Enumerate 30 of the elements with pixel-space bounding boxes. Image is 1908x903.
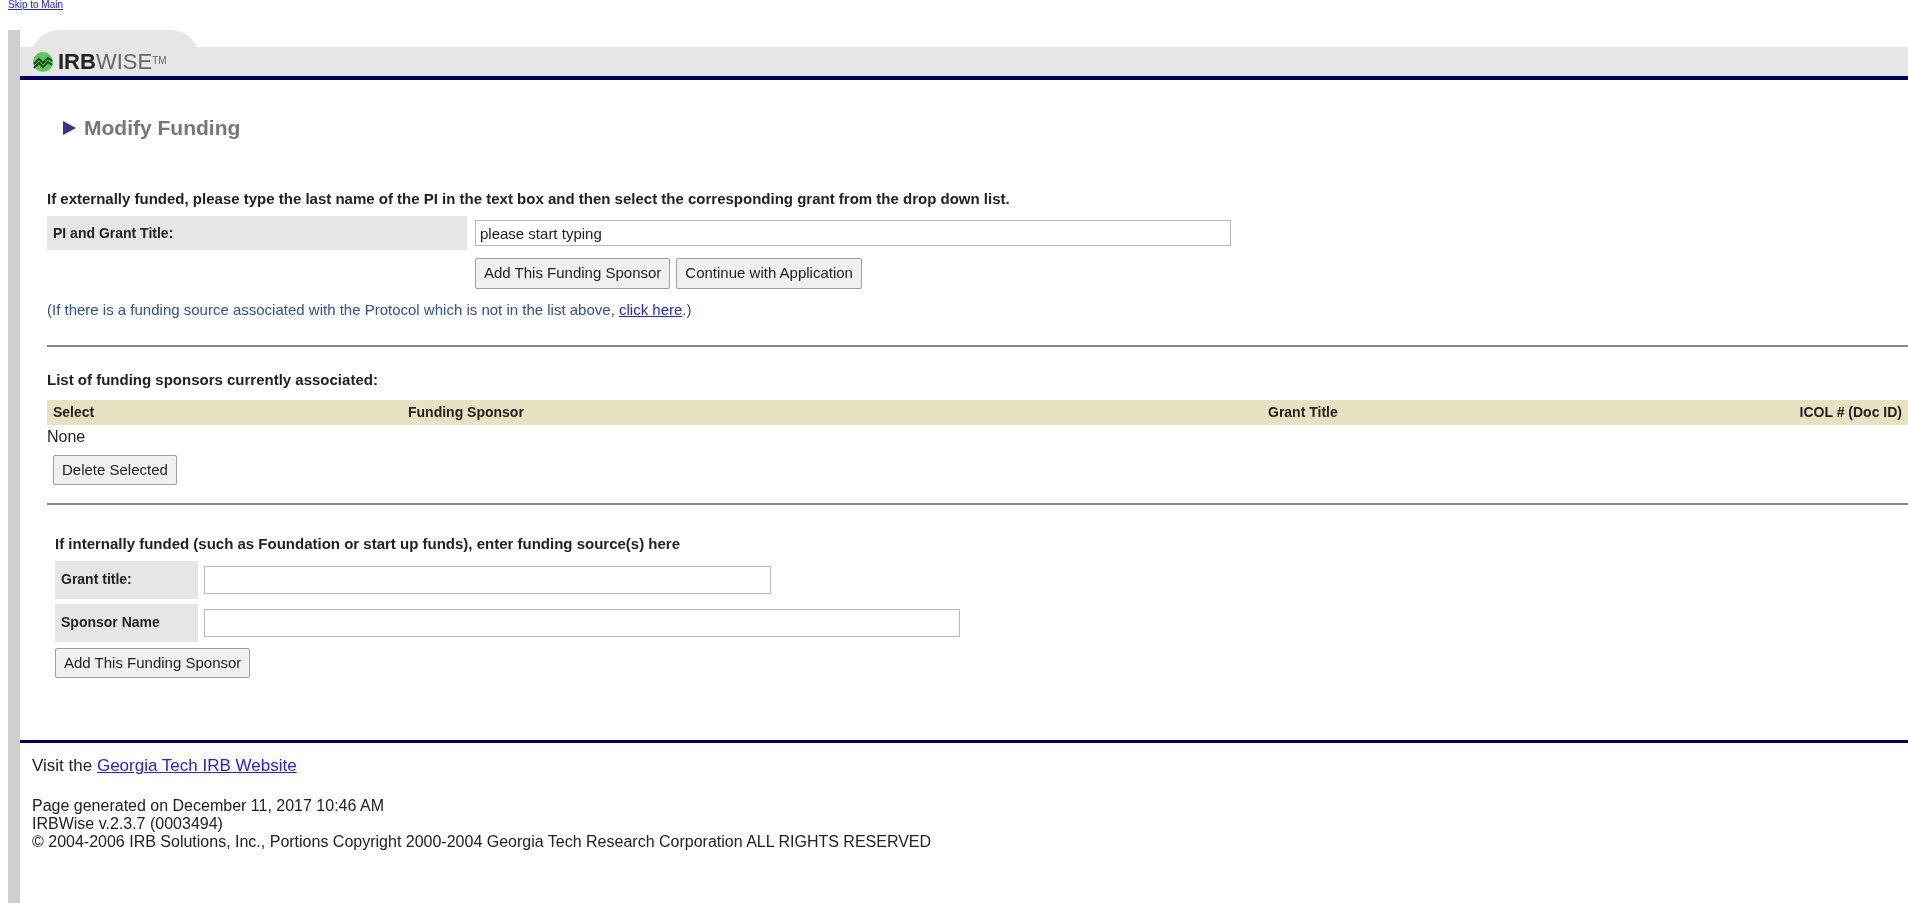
click-here-link[interactable]: click here xyxy=(619,300,683,318)
form-button[interactable]: Continue with Application xyxy=(676,258,862,289)
footer-text: IRBWise v.2.3.7 (0003494) xyxy=(32,814,224,833)
skip-link[interactable]: Skip to Main xyxy=(8,0,1908,10)
field-label: Sponsor Name xyxy=(55,603,198,642)
logo-icon xyxy=(32,50,54,73)
column-header: ICOL # (Doc ID) xyxy=(1799,402,1902,422)
note-text: (If there is a funding source associated with the Protocol which is not in the list above, click here.) xyxy=(47,299,693,320)
footer-text: Page generated on December 11, 2017 10:46 AM xyxy=(32,796,385,815)
website-link[interactable]: Georgia Tech IRB Website xyxy=(96,756,297,775)
triangle-icon xyxy=(63,120,76,135)
instruction-text: If externally funded, please type the last name of the PI in the text box and then select the corresponding grant from the drop down list. xyxy=(47,188,1011,209)
section-heading: If internally funded (such as Foundation or start up funds), enter funding source(s) here xyxy=(55,534,682,554)
column-header: Grant Title xyxy=(1268,402,1339,422)
visit-text: Visit the xyxy=(32,756,94,775)
field-label: PI and Grant Title: xyxy=(47,216,467,250)
column-header: Funding Sponsor xyxy=(408,402,525,422)
form-button[interactable]: Add This Funding Sponsor xyxy=(475,258,671,289)
delete-button[interactable]: Delete Selected xyxy=(53,454,177,485)
text-field[interactable] xyxy=(204,565,771,594)
text-field[interactable] xyxy=(204,608,960,637)
section-heading: List of funding sponsors currently associated: xyxy=(47,370,379,390)
column-header: Select xyxy=(53,402,96,422)
page-title: Modify Funding xyxy=(84,115,241,141)
field-label: Grant title: xyxy=(55,560,198,599)
add-sponsor-button[interactable]: Add This Funding Sponsor xyxy=(55,647,251,678)
logo-text: IRBWISE$^{TM}$ xyxy=(58,50,167,73)
empty-text: None xyxy=(47,426,87,447)
pi-grant-field[interactable]: please start typing xyxy=(475,220,1231,246)
footer-text: © 2004-2006 IRB Solutions, Inc., Portions Copyright 2000-2004 Georgia Tech Research Corporation ALL RIGHTS RESERVED xyxy=(32,832,933,851)
